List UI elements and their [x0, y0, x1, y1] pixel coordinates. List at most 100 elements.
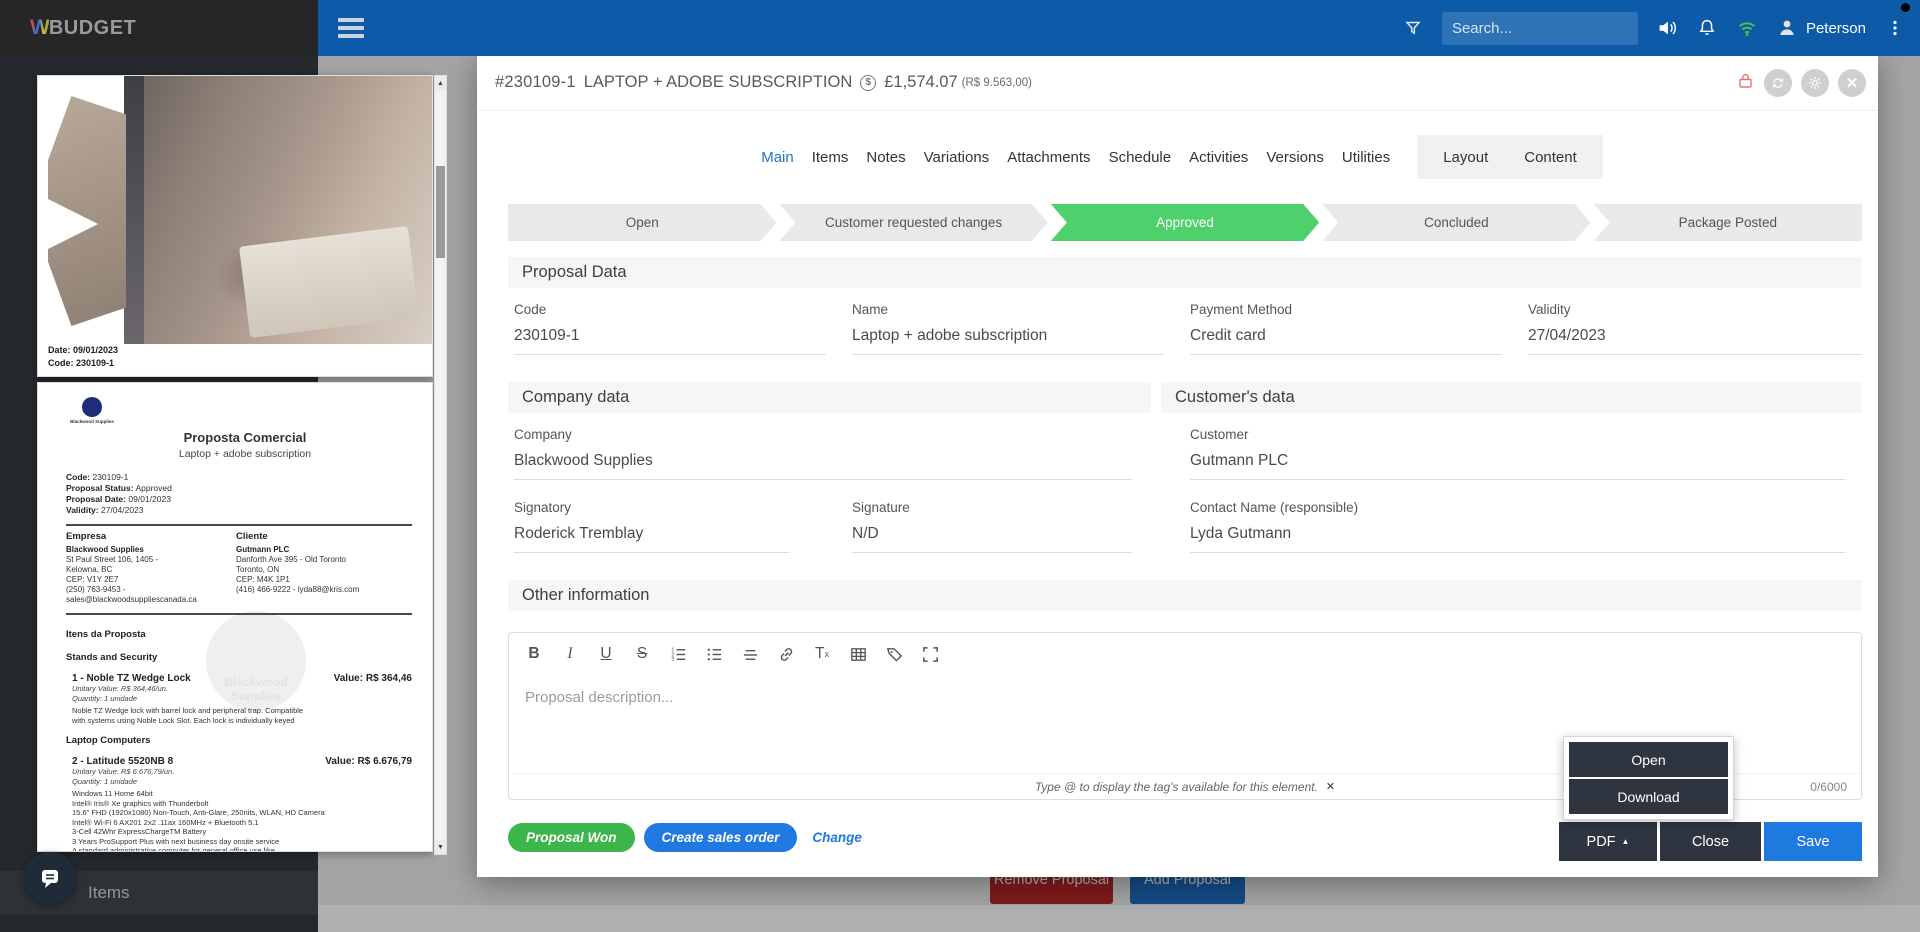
item2-value: Value: R$ 6.676,79: [325, 756, 412, 767]
tab-notes[interactable]: Notes: [857, 139, 914, 176]
text-line: Windows 11 Home 64bit: [72, 789, 153, 798]
chat-button[interactable]: [24, 852, 76, 904]
unordered-list-icon[interactable]: [701, 641, 727, 667]
cover-dark-bar: [124, 76, 144, 344]
cover-caption: Date: 09/01/2023 Code: 230109-1: [48, 344, 118, 370]
tab-layout[interactable]: Layout: [1425, 139, 1506, 176]
proposal-amount-secondary: (R$ 9.563,00): [961, 76, 1032, 89]
field-contact-value[interactable]: Lyda Gutmann: [1190, 525, 1845, 553]
step-customer-requested-changes[interactable]: Customer requested changes: [779, 204, 1047, 241]
tab-schedule[interactable]: Schedule: [1100, 139, 1181, 176]
status-stepper: Open Customer requested changes Approved…: [508, 204, 1863, 241]
step-open[interactable]: Open: [508, 204, 776, 241]
refresh-button[interactable]: [1764, 68, 1792, 97]
client-name: Gutmann PLC: [236, 545, 290, 554]
pdf-document-page[interactable]: Blackwood Supplies Blackwood Supplies Pr…: [37, 382, 433, 852]
search-input[interactable]: [1441, 11, 1638, 45]
field-validity-value[interactable]: 27/04/2023: [1528, 327, 1862, 355]
close-button[interactable]: Close: [1660, 822, 1761, 861]
modal-actions-right: PDF ▲ Close Save: [1559, 822, 1862, 861]
divider: [66, 613, 412, 615]
scroll-down-icon[interactable]: ▼: [435, 840, 446, 854]
item1-title: 1 - Noble TZ Wedge Lock: [72, 673, 191, 684]
pdf-button[interactable]: PDF ▲: [1559, 822, 1657, 861]
field-customer-value[interactable]: Gutmann PLC: [1190, 452, 1845, 480]
step-concluded[interactable]: Concluded: [1322, 204, 1590, 241]
pdf-cover-page[interactable]: Date: 09/01/2023 Code: 230109-1: [37, 75, 433, 377]
item-group2: Laptop Computers: [66, 735, 151, 746]
menu-icon[interactable]: [338, 18, 364, 38]
field-code-label: Code: [514, 302, 547, 317]
logo-w: W: [30, 16, 50, 39]
field-contact-label: Contact Name (responsible): [1190, 500, 1359, 515]
bell-icon[interactable]: [1696, 17, 1718, 39]
character-counter: 0/6000: [1810, 779, 1847, 794]
user-icon: [1776, 17, 1798, 39]
field-name-value[interactable]: Laptop + adobe subscription: [852, 327, 1164, 355]
text-line: CEP: M4K 1P1: [236, 575, 290, 584]
step-approved[interactable]: Approved: [1051, 204, 1319, 241]
bold-icon[interactable]: B: [521, 641, 547, 667]
tab-variations[interactable]: Variations: [915, 139, 999, 176]
field-code-value[interactable]: 230109-1: [514, 327, 826, 355]
proposal-won-button[interactable]: Proposal Won: [508, 822, 635, 852]
speaker-icon[interactable]: [1656, 17, 1678, 39]
field-signatory-value[interactable]: Roderick Tremblay: [514, 525, 789, 553]
modal-close-button[interactable]: ✕: [1838, 68, 1866, 97]
pdf-preview-panel: Date: 09/01/2023 Code: 230109-1 Blackwoo…: [37, 75, 447, 855]
company-name: Blackwood Supplies: [66, 545, 144, 554]
tab-content[interactable]: Content: [1506, 139, 1595, 176]
align-icon[interactable]: [737, 641, 763, 667]
filter-icon[interactable]: [1402, 17, 1424, 39]
tab-attachments[interactable]: Attachments: [998, 139, 1099, 176]
table-icon[interactable]: [845, 641, 871, 667]
editor-placeholder[interactable]: Proposal description...: [509, 675, 1861, 720]
scrollbar-thumb[interactable]: [436, 166, 445, 258]
strikethrough-icon[interactable]: S: [629, 641, 655, 667]
clear-format-icon[interactable]: Tx: [809, 641, 835, 667]
meta-value: Approved: [135, 483, 172, 493]
field-payment-value[interactable]: Credit card: [1190, 327, 1502, 355]
scroll-up-icon[interactable]: ▲: [435, 76, 446, 90]
change-link[interactable]: Change: [812, 830, 862, 845]
text-line: with systems using Noble Lock Slot. Each…: [72, 715, 295, 725]
tab-items[interactable]: Items: [803, 139, 858, 176]
tab-versions[interactable]: Versions: [1257, 139, 1333, 176]
ordered-list-icon[interactable]: 123: [665, 641, 691, 667]
tab-activities[interactable]: Activities: [1180, 139, 1257, 176]
workspace: Items Remove Proposal Add Proposal Date:…: [0, 55, 1920, 932]
user-menu[interactable]: Peterson: [1776, 17, 1866, 39]
pdf-scrollbar[interactable]: ▲ ▼: [434, 75, 447, 855]
document-content: Blackwood Supplies Proposta Comercial La…: [66, 397, 424, 851]
create-sales-order-button[interactable]: Create sales order: [643, 822, 798, 852]
pdf-open-option[interactable]: Open: [1569, 742, 1728, 777]
item2-row: 2 - Latitude 5520NB 8 Value: R$ 6.676,79: [66, 756, 424, 767]
field-signature-value[interactable]: N/D: [852, 525, 1132, 553]
fullscreen-icon[interactable]: [917, 641, 943, 667]
tab-utilities[interactable]: Utilities: [1333, 139, 1399, 176]
lock-icon: [1736, 71, 1755, 95]
field-validity-label: Validity: [1528, 302, 1571, 317]
field-code: Code 230109-1: [514, 302, 826, 355]
item2-quantity: Quantity: 1 unidade: [72, 776, 138, 786]
field-signatory-label: Signatory: [514, 500, 572, 515]
layout-content-tabs: Layout Content: [1417, 135, 1603, 179]
tab-main[interactable]: Main: [752, 139, 803, 176]
caret-up-icon: ▲: [1621, 837, 1630, 846]
kebab-menu-icon[interactable]: [1884, 17, 1906, 39]
tag-icon[interactable]: [881, 641, 907, 667]
underline-icon[interactable]: U: [593, 641, 619, 667]
field-customer-label: Customer: [1190, 427, 1249, 442]
item2-unitary: Unitary Value: R$ 6.676,79/un.: [72, 767, 175, 776]
pdf-download-option[interactable]: Download: [1569, 779, 1728, 814]
meta-line: Code: 230109-1: [66, 472, 424, 483]
settings-button[interactable]: [1801, 68, 1829, 97]
hint-close-icon[interactable]: ✕: [1326, 780, 1335, 793]
text-line: Danforth Ave 395 - Old Toronto: [236, 555, 346, 564]
link-icon[interactable]: [773, 641, 799, 667]
wifi-icon[interactable]: [1736, 17, 1758, 39]
save-button[interactable]: Save: [1764, 822, 1862, 861]
step-package-posted[interactable]: Package Posted: [1593, 204, 1863, 241]
field-company-value[interactable]: Blackwood Supplies: [514, 452, 1132, 480]
italic-icon[interactable]: I: [557, 641, 583, 667]
